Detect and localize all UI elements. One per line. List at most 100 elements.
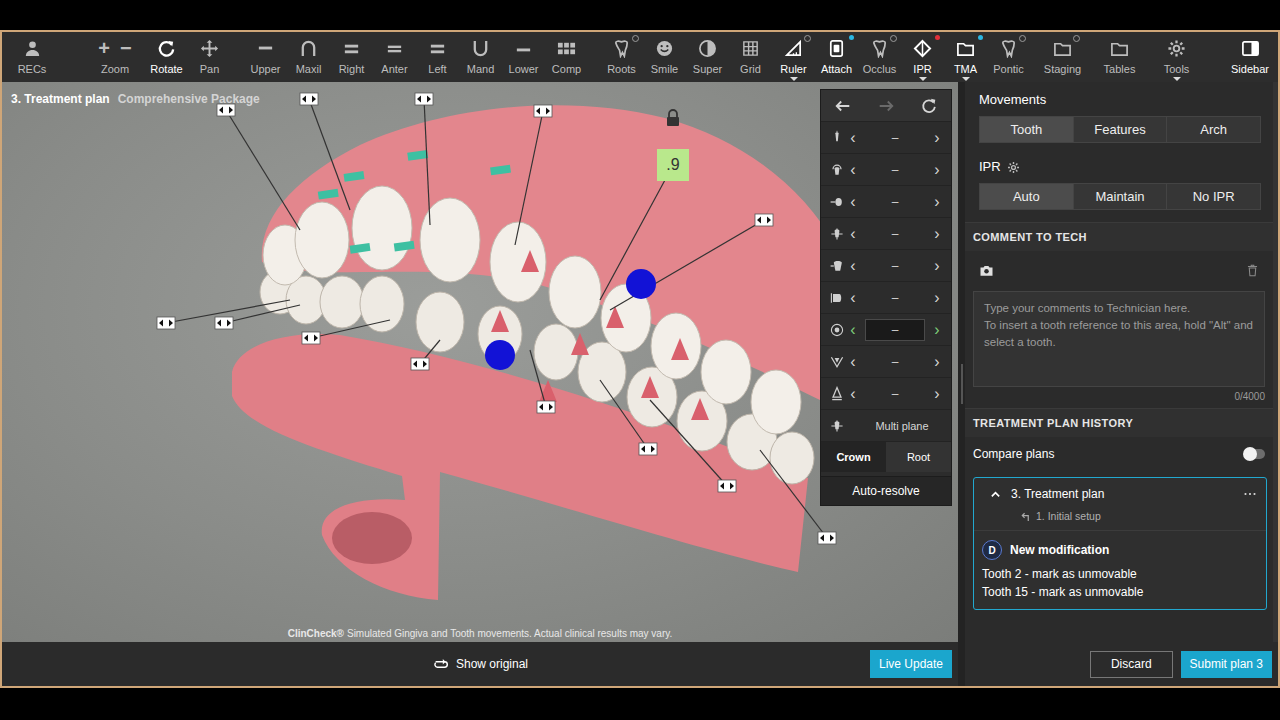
tooth[interactable] bbox=[295, 202, 349, 278]
tooth-handle[interactable] bbox=[534, 105, 552, 117]
tooth-handle[interactable] bbox=[157, 317, 175, 329]
attachment[interactable] bbox=[521, 250, 539, 272]
toolbar-button[interactable]: Right bbox=[330, 32, 373, 82]
segment-option[interactable]: Auto bbox=[980, 184, 1074, 209]
more-dots-icon[interactable] bbox=[1244, 492, 1256, 496]
increase-button[interactable]: › bbox=[929, 161, 945, 179]
splitter-grip[interactable] bbox=[961, 364, 963, 404]
segment-option[interactable]: Arch bbox=[1167, 117, 1260, 142]
show-original-button[interactable]: Show original bbox=[432, 657, 528, 671]
gear-icon[interactable] bbox=[1007, 161, 1020, 174]
movement-value[interactable]: – bbox=[865, 384, 925, 404]
precision-cut[interactable] bbox=[344, 171, 365, 182]
toolbar-button[interactable]: Attach bbox=[815, 32, 858, 82]
plan-card[interactable]: 3. Treatment plan1. Initial setupDNew mo… bbox=[973, 477, 1267, 610]
decrease-button[interactable]: ‹ bbox=[845, 129, 861, 147]
tooth-handle[interactable] bbox=[755, 214, 773, 226]
tooth[interactable] bbox=[352, 186, 412, 270]
tooth-handle[interactable] bbox=[415, 93, 433, 105]
camera-icon[interactable] bbox=[979, 263, 994, 278]
reset-icon[interactable] bbox=[920, 97, 938, 115]
toolbar-button[interactable]: Sidebar bbox=[1225, 32, 1275, 82]
increase-button[interactable]: › bbox=[929, 289, 945, 307]
toolbar-button[interactable]: Grid bbox=[729, 32, 772, 82]
toolbar-button[interactable]: Roots bbox=[600, 32, 643, 82]
dropdown-caret-icon[interactable] bbox=[962, 77, 970, 81]
toolbar-button[interactable]: Comp bbox=[545, 32, 588, 82]
precision-cut[interactable] bbox=[394, 241, 415, 252]
comment-input[interactable]: Type your comments to Technician here. T… bbox=[973, 291, 1265, 387]
increase-button[interactable]: › bbox=[929, 257, 945, 275]
toolbar-button[interactable]: Super bbox=[686, 32, 729, 82]
toolbar-button[interactable]: Lower bbox=[502, 32, 545, 82]
toolbar-button[interactable]: Anter bbox=[373, 32, 416, 82]
increase-button[interactable]: › bbox=[929, 353, 945, 371]
toolbar-button[interactable]: Tools bbox=[1148, 32, 1205, 82]
live-update-button[interactable]: Live Update bbox=[870, 650, 952, 678]
toolbar-button[interactable]: Tables bbox=[1091, 32, 1148, 82]
section-header[interactable]: COMMENT TO TECH bbox=[965, 222, 1273, 251]
tooth-handle[interactable] bbox=[537, 401, 555, 413]
discard-button[interactable]: Discard bbox=[1090, 651, 1173, 678]
tooth[interactable] bbox=[770, 432, 814, 484]
toolbar-button[interactable]: Occlus bbox=[858, 32, 901, 82]
tooth-handle[interactable] bbox=[215, 317, 233, 329]
toolbar-button[interactable]: TMA bbox=[944, 32, 987, 82]
increase-button[interactable]: › bbox=[929, 129, 945, 147]
segment-option[interactable]: No IPR bbox=[1167, 184, 1260, 209]
panel-splitter[interactable] bbox=[958, 82, 965, 686]
increase-button[interactable]: › bbox=[929, 385, 945, 403]
tooth[interactable] bbox=[751, 370, 801, 434]
movement-value[interactable]: – bbox=[865, 319, 925, 341]
toolbar-button[interactable]: Left bbox=[416, 32, 459, 82]
attachment[interactable] bbox=[491, 310, 509, 332]
tooth-handle[interactable] bbox=[300, 93, 318, 105]
tooth-handle[interactable] bbox=[302, 332, 320, 344]
toolbar-button[interactable]: Upper bbox=[244, 32, 287, 82]
tooth[interactable] bbox=[416, 292, 464, 352]
decrease-button[interactable]: ‹ bbox=[845, 225, 861, 243]
increase-button[interactable]: › bbox=[929, 193, 945, 211]
tooth[interactable] bbox=[701, 340, 751, 404]
tooth[interactable] bbox=[651, 313, 701, 379]
movement-value[interactable]: – bbox=[865, 256, 925, 276]
trash-icon[interactable] bbox=[1246, 264, 1259, 277]
mode-option[interactable]: Root bbox=[886, 442, 951, 472]
movement-value[interactable]: – bbox=[865, 288, 925, 308]
contact-point[interactable] bbox=[626, 269, 656, 299]
dropdown-caret-icon[interactable] bbox=[1173, 77, 1181, 81]
redo-icon[interactable] bbox=[877, 97, 895, 115]
increase-button[interactable]: › bbox=[929, 321, 945, 339]
tooth[interactable] bbox=[534, 324, 578, 380]
toolbar-button[interactable]: Rotate bbox=[145, 32, 188, 82]
segment-option[interactable]: Features bbox=[1074, 117, 1168, 142]
movement-value[interactable]: – bbox=[865, 224, 925, 244]
dental-model[interactable] bbox=[2, 82, 958, 642]
toolbar-button[interactable]: +−Zoom bbox=[85, 32, 145, 82]
tooth[interactable] bbox=[320, 276, 364, 328]
movement-value[interactable]: – bbox=[865, 128, 925, 148]
precision-cut[interactable] bbox=[350, 243, 371, 254]
movement-value[interactable]: – bbox=[865, 160, 925, 180]
multi-plane-button[interactable]: Multi plane bbox=[821, 409, 951, 441]
tooth[interactable] bbox=[360, 276, 404, 332]
attachment[interactable] bbox=[641, 376, 659, 398]
model-canvas[interactable]: 3. Treatment planComprehensive Package.9… bbox=[2, 82, 958, 642]
decrease-button[interactable]: ‹ bbox=[845, 161, 861, 179]
dropdown-caret-icon[interactable] bbox=[790, 77, 798, 81]
toolbar-button[interactable]: Pontic bbox=[987, 32, 1030, 82]
decrease-button[interactable]: ‹ bbox=[845, 321, 861, 339]
compare-toggle[interactable] bbox=[1245, 449, 1265, 459]
ipr-value-badge[interactable]: .9 bbox=[657, 149, 689, 181]
toolbar-button[interactable]: Ruler bbox=[772, 32, 815, 82]
attachment[interactable] bbox=[571, 333, 589, 355]
tooth-handle[interactable] bbox=[639, 443, 657, 455]
tooth[interactable] bbox=[490, 222, 546, 302]
toolbar-button[interactable]: Staging bbox=[1034, 32, 1091, 82]
toolbar-button[interactable]: Mand bbox=[459, 32, 502, 82]
segment-option[interactable]: Maintain bbox=[1074, 184, 1168, 209]
attachment[interactable] bbox=[691, 398, 709, 420]
movement-value[interactable]: – bbox=[865, 352, 925, 372]
zoom-glyph[interactable]: − bbox=[120, 38, 132, 58]
toolbar-button[interactable]: Maxil bbox=[287, 32, 330, 82]
